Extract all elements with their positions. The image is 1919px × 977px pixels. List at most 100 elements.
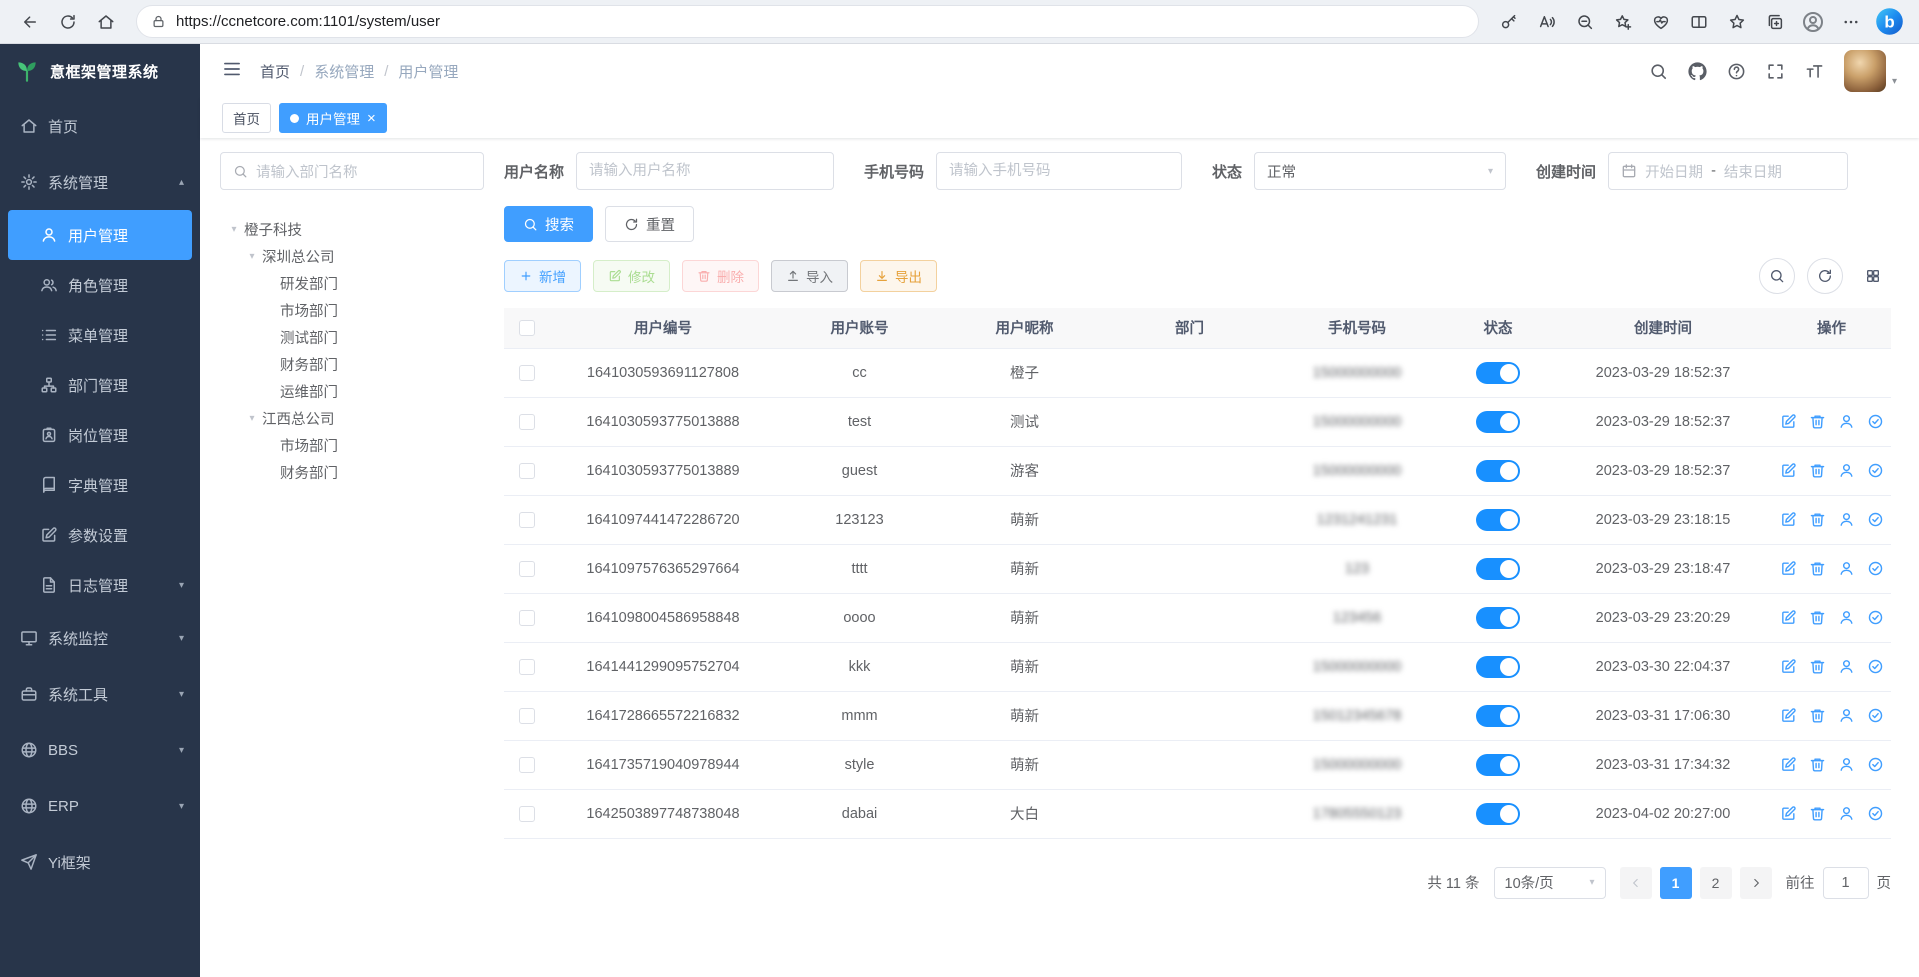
row-edit-icon[interactable] <box>1780 511 1797 528</box>
sidebar-item-post[interactable]: 岗位管理 <box>0 410 200 460</box>
browser-home-button[interactable] <box>88 4 124 40</box>
breadcrumb-item[interactable]: 首页 <box>260 61 290 82</box>
row-assign-role-icon[interactable] <box>1867 560 1884 577</box>
row-edit-icon[interactable] <box>1780 805 1797 822</box>
browser-back-button[interactable] <box>12 4 48 40</box>
split-screen-button[interactable] <box>1681 4 1717 40</box>
sidebar-item-log[interactable]: 日志管理▾ <box>0 560 200 610</box>
row-edit-icon[interactable] <box>1780 707 1797 724</box>
tree-node[interactable]: 财务部门 <box>220 459 484 486</box>
help-icon[interactable] <box>1727 62 1746 81</box>
add-favorite-button[interactable] <box>1605 4 1641 40</box>
row-delete-icon[interactable] <box>1809 413 1826 430</box>
tree-node[interactable]: 运维部门 <box>220 378 484 405</box>
bing-chat-button[interactable]: b <box>1871 4 1907 40</box>
sidebar-item-system[interactable]: 系统管理▴ <box>0 154 200 210</box>
status-toggle[interactable] <box>1476 705 1520 727</box>
row-checkbox[interactable] <box>519 414 535 430</box>
row-reset-password-icon[interactable] <box>1838 658 1855 675</box>
row-assign-role-icon[interactable] <box>1867 756 1884 773</box>
sidebar-toggle-button[interactable] <box>222 59 242 83</box>
tree-node[interactable]: 测试部门 <box>220 324 484 351</box>
sidebar-item-role[interactable]: 角色管理 <box>0 260 200 310</box>
password-key-button[interactable] <box>1491 4 1527 40</box>
status-toggle[interactable] <box>1476 509 1520 531</box>
phone-input[interactable] <box>949 153 1169 189</box>
delete-button[interactable]: 删除 <box>682 260 759 292</box>
tree-node[interactable]: ▾江西总公司 <box>220 405 484 432</box>
row-delete-icon[interactable] <box>1809 658 1826 675</box>
columns-button[interactable] <box>1855 258 1891 294</box>
sidebar-item-dict[interactable]: 字典管理 <box>0 460 200 510</box>
row-checkbox[interactable] <box>519 806 535 822</box>
zoom-button[interactable] <box>1567 4 1603 40</box>
user-avatar[interactable] <box>1844 50 1886 92</box>
text-size-icon[interactable] <box>1805 62 1824 81</box>
add-button[interactable]: 新增 <box>504 260 581 292</box>
row-assign-role-icon[interactable] <box>1867 805 1884 822</box>
row-reset-password-icon[interactable] <box>1838 707 1855 724</box>
row-edit-icon[interactable] <box>1780 756 1797 773</box>
row-delete-icon[interactable] <box>1809 511 1826 528</box>
tree-expand-caret-icon[interactable]: ▾ <box>224 224 244 235</box>
read-aloud-button[interactable] <box>1529 4 1565 40</box>
row-edit-icon[interactable] <box>1780 413 1797 430</box>
tree-expand-caret-icon[interactable]: ▾ <box>242 251 262 262</box>
row-delete-icon[interactable] <box>1809 805 1826 822</box>
row-checkbox[interactable] <box>519 512 535 528</box>
browser-address-bar[interactable]: https://ccnetcore.com:1101/system/user <box>136 5 1479 38</box>
sidebar-item-dept[interactable]: 部门管理 <box>0 360 200 410</box>
header-search-icon[interactable] <box>1649 62 1668 81</box>
row-reset-password-icon[interactable] <box>1838 609 1855 626</box>
row-delete-icon[interactable] <box>1809 756 1826 773</box>
row-checkbox[interactable] <box>519 757 535 773</box>
username-input[interactable] <box>589 153 821 189</box>
status-toggle[interactable] <box>1476 460 1520 482</box>
browser-essentials-button[interactable] <box>1643 4 1679 40</box>
hide-search-button[interactable] <box>1759 258 1795 294</box>
row-edit-icon[interactable] <box>1780 609 1797 626</box>
row-edit-icon[interactable] <box>1780 658 1797 675</box>
tree-node[interactable]: 市场部门 <box>220 297 484 324</box>
sidebar-item-monitor[interactable]: 系统监控▾ <box>0 610 200 666</box>
row-edit-icon[interactable] <box>1780 462 1797 479</box>
browser-more-button[interactable] <box>1833 4 1869 40</box>
next-page-button[interactable] <box>1740 867 1772 899</box>
row-assign-role-icon[interactable] <box>1867 511 1884 528</box>
row-checkbox[interactable] <box>519 708 535 724</box>
page-button-1[interactable]: 1 <box>1660 867 1692 899</box>
collections-button[interactable] <box>1757 4 1793 40</box>
row-reset-password-icon[interactable] <box>1838 756 1855 773</box>
date-range-picker[interactable]: 开始日期 - 结束日期 <box>1608 152 1848 190</box>
search-button[interactable]: 搜索 <box>504 206 593 242</box>
row-reset-password-icon[interactable] <box>1838 462 1855 479</box>
goto-page-input[interactable] <box>1823 867 1869 899</box>
status-toggle[interactable] <box>1476 754 1520 776</box>
row-checkbox[interactable] <box>519 610 535 626</box>
import-button[interactable]: 导入 <box>771 260 848 292</box>
tag-用户管理[interactable]: 用户管理× <box>279 103 387 133</box>
row-reset-password-icon[interactable] <box>1838 805 1855 822</box>
refresh-button[interactable] <box>1807 258 1843 294</box>
status-toggle[interactable] <box>1476 656 1520 678</box>
status-toggle[interactable] <box>1476 607 1520 629</box>
sidebar-item-erp[interactable]: ERP▾ <box>0 778 200 834</box>
browser-refresh-button[interactable] <box>50 4 86 40</box>
row-edit-icon[interactable] <box>1780 560 1797 577</box>
sidebar-item-user[interactable]: 用户管理 <box>8 210 192 260</box>
tree-node[interactable]: ▾深圳总公司 <box>220 243 484 270</box>
sidebar-item-yi[interactable]: Yi框架 <box>0 834 200 890</box>
page-size-select[interactable]: 10条/页 ▾ <box>1494 867 1606 899</box>
row-assign-role-icon[interactable] <box>1867 707 1884 724</box>
status-toggle[interactable] <box>1476 411 1520 433</box>
row-assign-role-icon[interactable] <box>1867 609 1884 626</box>
tree-node[interactable]: 研发部门 <box>220 270 484 297</box>
select-all-checkbox[interactable] <box>519 320 535 336</box>
sidebar-item-param[interactable]: 参数设置 <box>0 510 200 560</box>
breadcrumb-item[interactable]: 系统管理 <box>314 61 374 82</box>
app-logo[interactable]: 意框架管理系统 <box>0 44 200 98</box>
tree-node[interactable]: 市场部门 <box>220 432 484 459</box>
tree-node[interactable]: 财务部门 <box>220 351 484 378</box>
export-button[interactable]: 导出 <box>860 260 937 292</box>
row-assign-role-icon[interactable] <box>1867 658 1884 675</box>
